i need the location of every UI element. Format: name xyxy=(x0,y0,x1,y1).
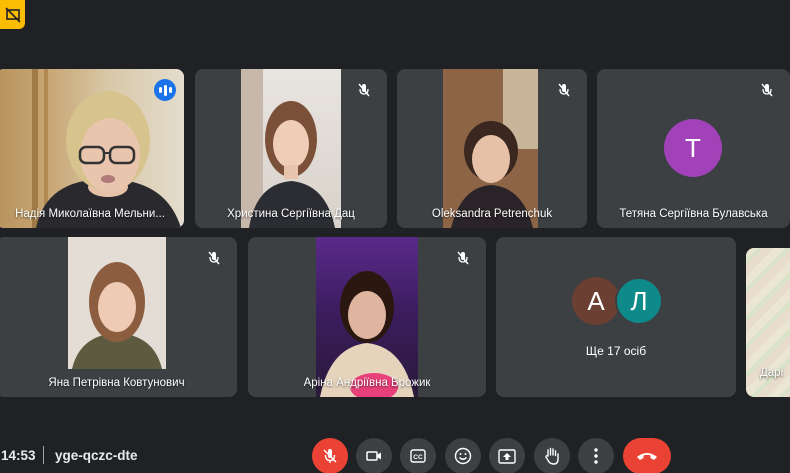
present-screen-icon xyxy=(498,448,516,464)
presentation-badge[interactable] xyxy=(0,0,25,29)
meeting-time: 14:53 xyxy=(1,448,36,463)
mic-off-icon xyxy=(756,79,778,101)
video-feed xyxy=(443,69,538,228)
avatar: А xyxy=(572,277,620,325)
raise-hand-button[interactable] xyxy=(534,438,570,473)
participant-tile[interactable]: Аріна Андріївна Брожик xyxy=(248,237,486,397)
present-button[interactable] xyxy=(489,438,525,473)
more-options-button[interactable] xyxy=(578,438,614,473)
camera-toggle-button[interactable] xyxy=(356,438,392,473)
leave-call-button[interactable] xyxy=(623,438,671,473)
participant-name: Аріна Андріївна Брожик xyxy=(303,377,431,389)
hand-icon xyxy=(545,447,559,465)
no-presentation-icon xyxy=(4,6,21,23)
mic-off-icon xyxy=(203,247,225,269)
participant-tile[interactable]: Oleksandra Petrenchuk xyxy=(397,69,587,228)
bottom-bar: 14:53 yge-qczc-dte CC xyxy=(0,429,790,473)
participant-name: Тетяна Сергіївна Булавська xyxy=(619,208,768,220)
participant-tile[interactable]: Дарі xyxy=(746,248,790,397)
captions-icon: CC xyxy=(410,449,426,463)
participant-tile[interactable]: Т Тетяна Сергіївна Булавська xyxy=(597,69,790,228)
participant-name: Дарі xyxy=(760,367,784,379)
participant-tile[interactable]: Надія Миколаївна Мельни... xyxy=(0,69,184,228)
mic-off-icon xyxy=(353,79,375,101)
others-tile[interactable]: А Л Ще 17 осіб xyxy=(496,237,736,397)
speaking-indicator-icon xyxy=(154,79,176,101)
mic-off-icon xyxy=(323,449,337,463)
reactions-button[interactable] xyxy=(445,438,481,473)
participant-tile[interactable]: Христина Сергіївна Дац xyxy=(195,69,387,228)
mic-off-icon xyxy=(553,79,575,101)
meeting-code: yge-qczc-dte xyxy=(55,448,138,463)
participant-name: Надія Миколаївна Мельни... xyxy=(15,208,165,220)
participant-tile[interactable]: Яна Петрівна Ковтунович xyxy=(0,237,237,397)
video-feed xyxy=(68,237,166,369)
participant-name: Христина Сергіївна Дац xyxy=(227,208,355,220)
camera-icon xyxy=(366,451,381,461)
avatar: Т xyxy=(664,119,722,177)
more-vert-icon xyxy=(594,448,598,464)
participant-name: Oleksandra Petrenchuk xyxy=(431,208,553,220)
participant-name: Яна Петрівна Ковтунович xyxy=(48,377,185,389)
captions-button[interactable]: CC xyxy=(400,438,436,473)
mic-toggle-button[interactable] xyxy=(312,438,348,473)
svg-text:CC: CC xyxy=(413,454,423,461)
hang-up-icon xyxy=(637,453,657,460)
mic-off-icon xyxy=(452,247,474,269)
others-count-label: Ще 17 осіб xyxy=(585,344,647,358)
video-feed xyxy=(316,237,418,397)
emoji-icon xyxy=(454,447,472,465)
avatar: Л xyxy=(615,277,663,325)
video-feed xyxy=(241,69,341,228)
separator xyxy=(43,446,44,464)
